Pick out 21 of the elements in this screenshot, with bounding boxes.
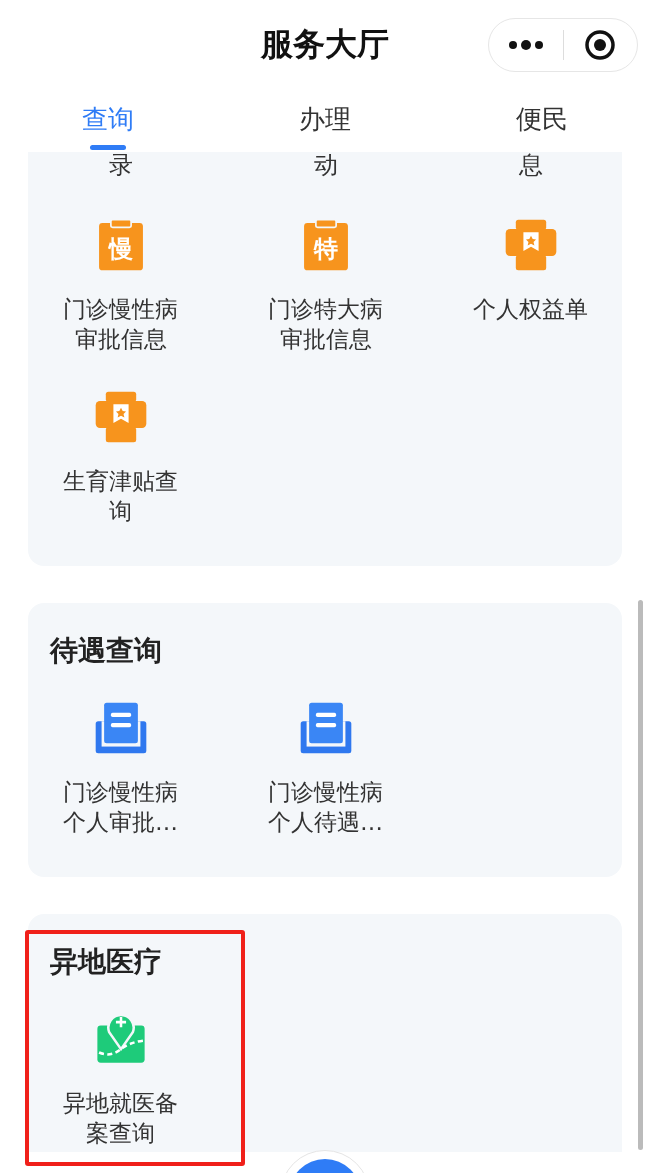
tab[interactable]: 办理 bbox=[216, 90, 434, 152]
service-label[interactable]: 门诊慢性病个人审批… bbox=[57, 777, 184, 837]
printer-icon bbox=[93, 390, 148, 444]
service-label[interactable]: 动 bbox=[233, 152, 418, 192]
page-title: 服务大厅 bbox=[261, 24, 389, 65]
service-label[interactable]: 录 bbox=[28, 152, 213, 192]
tab[interactable]: 查询 bbox=[0, 90, 217, 152]
document-tray-icon bbox=[93, 701, 148, 755]
service-label[interactable]: 异地就医备案查询 bbox=[57, 1088, 184, 1148]
service-label[interactable]: 息 bbox=[438, 152, 623, 192]
tab[interactable]: 便民 bbox=[433, 90, 650, 152]
more-icon[interactable] bbox=[507, 39, 544, 51]
service-label[interactable]: 个人权益单 bbox=[473, 294, 588, 324]
service-label[interactable]: 生育津贴查询 bbox=[57, 466, 184, 526]
printer-icon bbox=[503, 218, 558, 272]
section-title: 待遇查询 bbox=[50, 633, 163, 669]
service-label[interactable]: 门诊慢性病审批信息 bbox=[57, 294, 184, 354]
document-tray-icon bbox=[298, 701, 353, 755]
service-label[interactable]: 门诊特大病审批信息 bbox=[262, 294, 389, 354]
section-title: 异地医疗 bbox=[50, 944, 163, 980]
service-label[interactable]: 门诊慢性病个人待遇… bbox=[262, 777, 389, 837]
